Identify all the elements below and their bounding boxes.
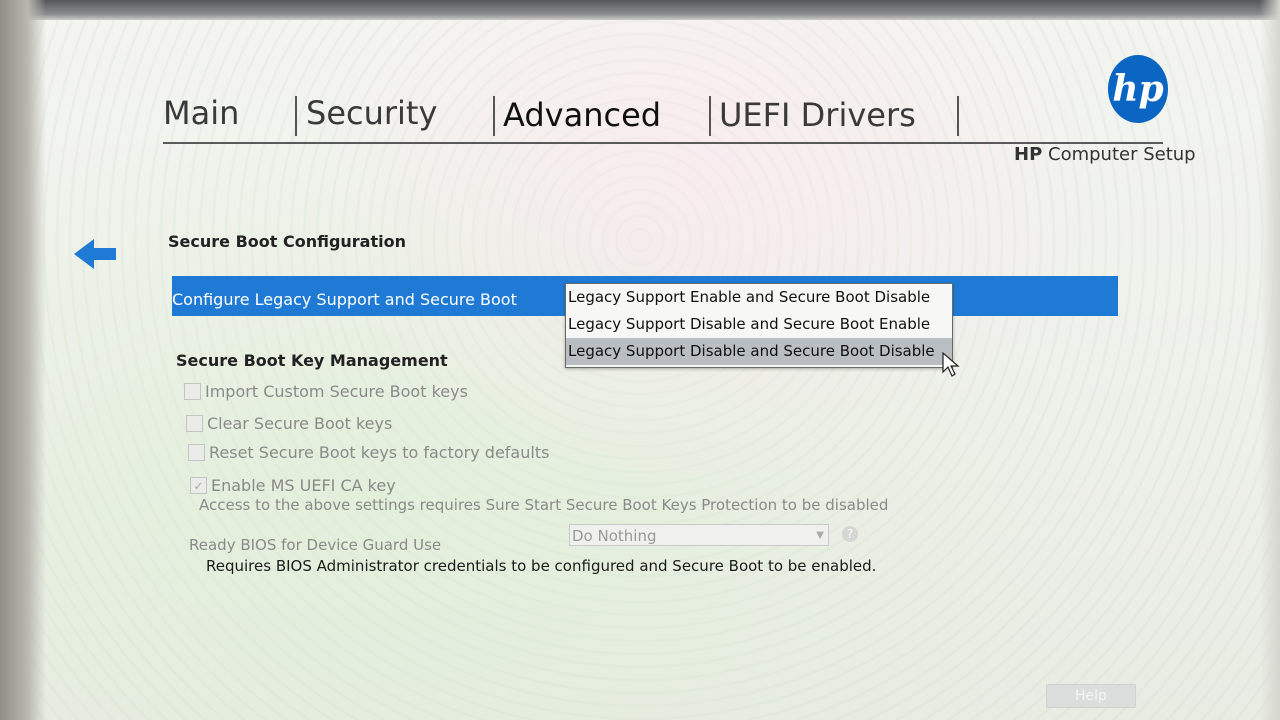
help-button[interactable]: Help (1046, 684, 1136, 708)
device-guard-label: Ready BIOS for Device Guard Use (189, 536, 442, 554)
mouse-cursor-icon (942, 352, 960, 377)
tab-separator (957, 96, 959, 136)
dropdown-option[interactable]: Legacy Support Disable and Secure Boot E… (566, 311, 952, 338)
checkmark-icon: ✓ (193, 478, 204, 493)
reset-keys-label: Reset Secure Boot keys to factory defaul… (209, 443, 550, 462)
dropdown-option[interactable]: Legacy Support Enable and Secure Boot Di… (566, 284, 952, 311)
back-arrow-icon[interactable] (72, 236, 118, 272)
clear-keys-label: Clear Secure Boot keys (207, 414, 393, 433)
product-title: HP Computer Setup (1014, 144, 1196, 165)
device-guard-select[interactable]: Do Nothing ▼ (569, 524, 829, 546)
bios-screen: Main Security Advanced UEFI Drivers hp H… (0, 0, 1280, 720)
tab-main[interactable]: Main (155, 94, 247, 132)
legacy-secure-boot-label[interactable]: Configure Legacy Support and Secure Boot (172, 290, 517, 309)
product-name: Computer Setup (1048, 144, 1196, 165)
import-keys-checkbox[interactable] (184, 383, 201, 400)
clear-keys-option: Clear Secure Boot keys (186, 414, 392, 433)
ms-uefi-ca-checkbox[interactable]: ✓ (190, 477, 207, 494)
import-custom-keys-option: Import Custom Secure Boot keys (184, 382, 468, 401)
hp-logo-mark: hp (1108, 55, 1168, 123)
tab-advanced[interactable]: Advanced (495, 96, 669, 134)
hp-logo: hp (1108, 55, 1170, 125)
key-management-title: Secure Boot Key Management (176, 351, 448, 370)
enable-ms-uefi-ca-option: ✓ Enable MS UEFI CA key (190, 476, 396, 495)
product-brand: HP (1014, 144, 1043, 165)
sure-start-note: Access to the above settings requires Su… (199, 496, 889, 514)
secure-boot-config-title: Secure Boot Configuration (168, 232, 406, 251)
ms-uefi-ca-label: Enable MS UEFI CA key (211, 476, 396, 495)
tab-bar-underline (163, 142, 1163, 144)
monitor-bezel-right (1260, 0, 1280, 720)
tab-uefi-drivers[interactable]: UEFI Drivers (711, 96, 924, 134)
import-keys-label: Import Custom Secure Boot keys (205, 382, 468, 401)
reset-keys-option: Reset Secure Boot keys to factory defaul… (188, 443, 549, 462)
monitor-bezel-left (0, 0, 46, 720)
dropdown-option-hovered[interactable]: Legacy Support Disable and Secure Boot D… (566, 338, 952, 365)
tab-bar: Main Security Advanced UEFI Drivers (163, 92, 963, 144)
tab-separator (295, 96, 297, 136)
legacy-secure-boot-dropdown-list[interactable]: Legacy Support Enable and Secure Boot Di… (565, 283, 953, 368)
help-question-icon[interactable]: ? (842, 526, 858, 542)
tab-security[interactable]: Security (298, 94, 445, 132)
requirement-note: Requires BIOS Administrator credentials … (206, 557, 877, 575)
monitor-bezel-top (0, 0, 1280, 20)
chevron-down-icon: ▼ (816, 530, 824, 541)
clear-keys-checkbox[interactable] (186, 415, 203, 432)
reset-keys-checkbox[interactable] (188, 444, 205, 461)
device-guard-value: Do Nothing (572, 527, 657, 545)
